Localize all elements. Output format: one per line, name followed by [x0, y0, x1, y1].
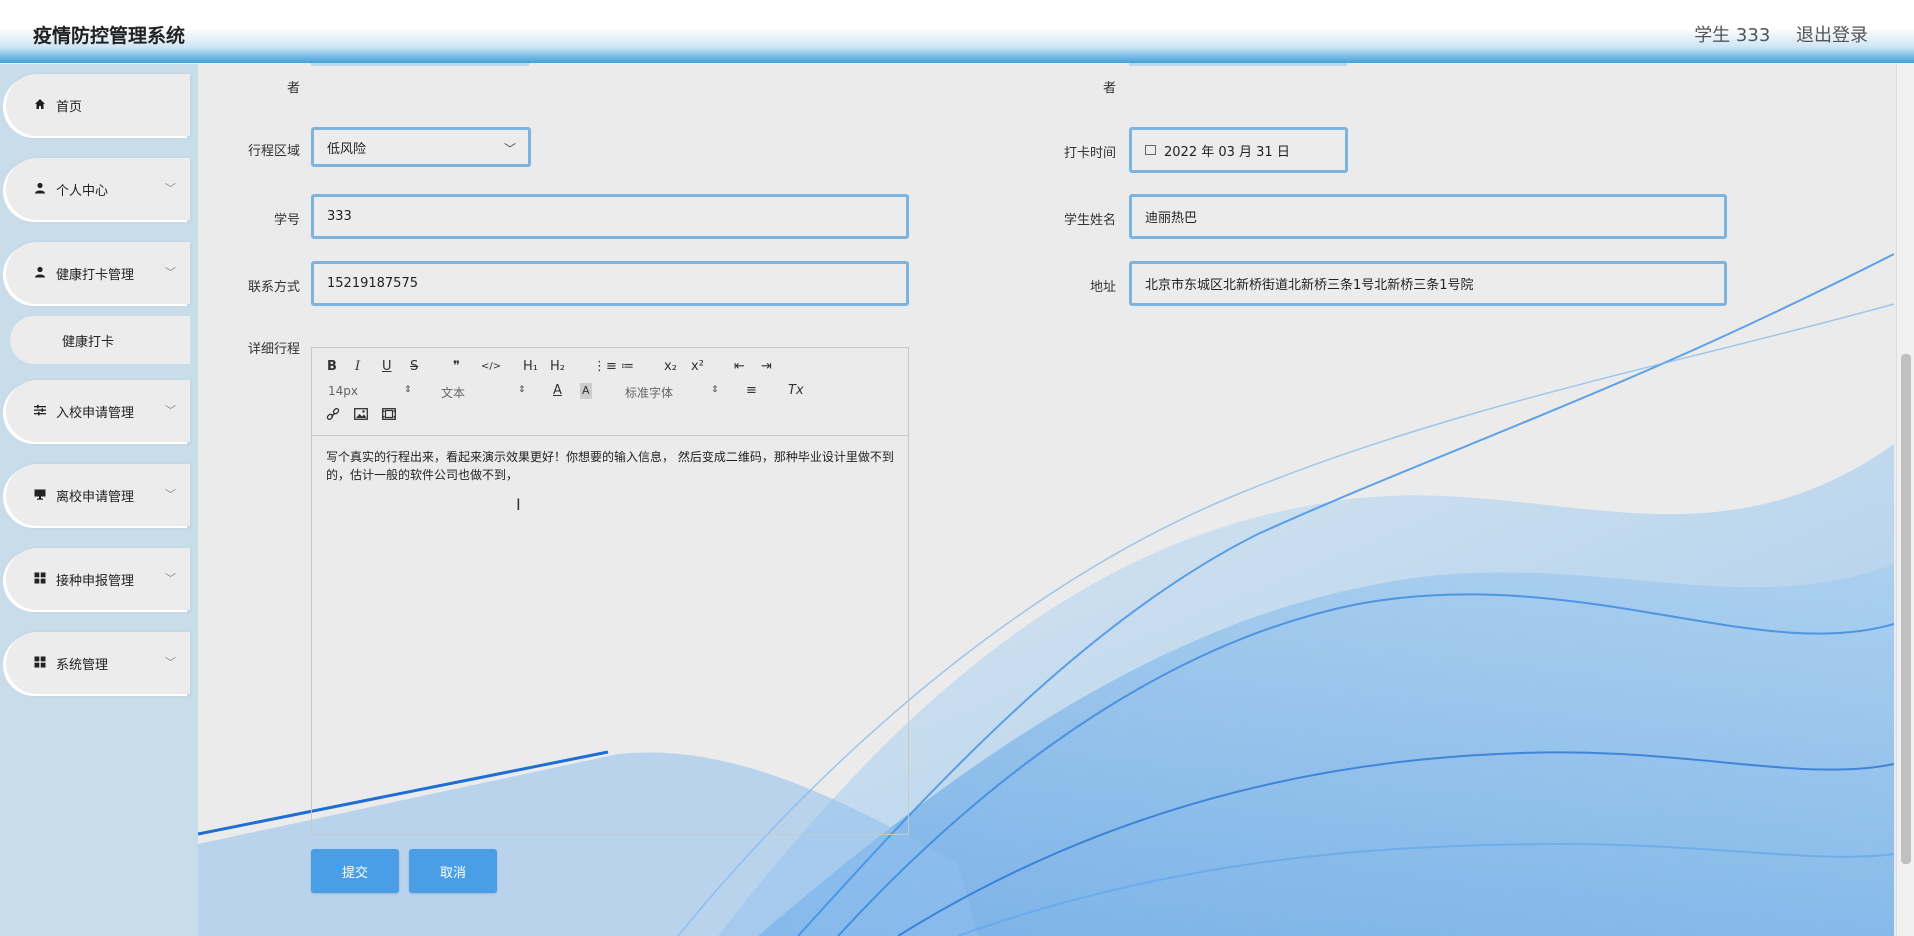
font-family-select[interactable]: 标准字体 ⇕ — [625, 384, 720, 401]
updown-arrow-icon: ⇕ — [404, 385, 412, 395]
code-button[interactable]: </> — [481, 359, 501, 375]
header-type-value: 文本 — [441, 386, 466, 400]
sidebar-item-label: 离校申请管理 — [56, 489, 135, 505]
student-name-label: 学生姓名 — [1063, 213, 1116, 228]
blockquote-button[interactable]: ❞ — [453, 359, 460, 375]
region-select-value: 低风险 — [327, 141, 367, 157]
app-header: 疫情防控管理系统 学生 333 退出登录 — [0, 0, 1914, 63]
superscript-button[interactable]: x² — [691, 359, 704, 375]
sidebar-item-label: 系统管理 — [56, 657, 109, 673]
sidebar-item-label: 接种申报管理 — [56, 573, 135, 589]
vertical-scrollbar[interactable] — [1896, 64, 1914, 936]
sidebar-item-system-mgmt[interactable]: 系统管理 ﹀ — [6, 632, 190, 694]
submit-button[interactable]: 提交 — [311, 849, 399, 893]
student-name-input[interactable]: 迪丽热巴 — [1129, 194, 1727, 239]
align-button[interactable]: ≡ — [746, 383, 757, 399]
clean-format-button[interactable]: Tx — [788, 383, 804, 399]
chevron-down-icon: ﹀ — [165, 266, 176, 279]
ordered-list-button[interactable]: ⋮≡ — [593, 359, 617, 375]
contact-value: 15219187575 — [327, 276, 418, 291]
link-icon[interactable] — [326, 407, 340, 427]
header2-button[interactable]: H₂ — [550, 359, 565, 375]
student-id-input[interactable]: 333 — [311, 194, 909, 239]
home-icon — [34, 98, 52, 113]
truncated-field-top-left — [311, 63, 529, 66]
grid-icon — [34, 572, 52, 587]
chevron-down-icon: ﹀ — [503, 142, 516, 156]
app-title: 疫情防控管理系统 — [33, 25, 186, 47]
sliders-icon — [34, 404, 52, 419]
sidebar: 首页 个人中心 ﹀ 健康打卡管理 ﹀ 健康打卡 入校申请管理 ﹀ 离校申请管理 … — [0, 64, 198, 936]
address-input[interactable]: 北京市东城区北新桥街道北新桥三条1号北新桥三条1号院 — [1129, 261, 1727, 306]
sidebar-item-label: 个人中心 — [56, 183, 109, 199]
header-type-select[interactable]: 文本 ⇕ — [441, 384, 526, 401]
underline-button[interactable]: U — [382, 359, 392, 375]
region-label: 行程区域 — [247, 144, 300, 159]
monitor-icon — [34, 488, 52, 503]
checkin-date-value: 2022 年 03 月 31 日 — [1164, 144, 1290, 160]
sidebar-subitem-label: 健康打卡 — [62, 334, 115, 350]
bullet-list-button[interactable]: ≔ — [621, 359, 634, 375]
chevron-down-icon: ﹀ — [165, 572, 176, 585]
editor-content[interactable]: 写个真实的行程出来，看起来演示效果更好！你想要的输入信息， 然后变成二维码，那种… — [312, 436, 908, 496]
updown-arrow-icon: ⇕ — [518, 385, 526, 395]
calendar-icon — [1145, 145, 1156, 155]
editor-toolbar: B I U S ❞ </> H₁ H₂ ⋮≡ ≔ x₂ x² ⇤ ⇥ 14px … — [312, 348, 908, 436]
checkin-time-label: 打卡时间 — [1063, 146, 1116, 161]
font-size-value: 14px — [328, 384, 358, 398]
indent-button[interactable]: ⇥ — [761, 359, 772, 375]
sidebar-item-vaccination-mgmt[interactable]: 接种申报管理 ﹀ — [6, 548, 190, 610]
user-area: 学生 333 退出登录 — [1674, 21, 1868, 47]
user-icon — [34, 266, 52, 281]
chevron-down-icon: ﹀ — [165, 488, 176, 501]
address-value: 北京市东城区北新桥街道北新桥三条1号北新桥三条1号院 — [1145, 278, 1474, 293]
subscript-button[interactable]: x₂ — [664, 359, 677, 375]
sidebar-subitem-health-checkin[interactable]: 健康打卡 — [10, 316, 190, 364]
font-family-value: 标准字体 — [625, 386, 674, 400]
contact-input[interactable]: 15219187575 — [311, 261, 909, 306]
sidebar-item-leave-application-mgmt[interactable]: 离校申请管理 ﹀ — [6, 464, 190, 526]
sidebar-item-label: 入校申请管理 — [56, 405, 135, 421]
outdent-button[interactable]: ⇤ — [734, 359, 745, 375]
truncated-field-top-right — [1129, 63, 1347, 66]
text-cursor-icon: I — [516, 495, 521, 514]
chevron-down-icon: ﹀ — [165, 404, 176, 417]
address-label: 地址 — [1089, 280, 1116, 295]
truncated-label-right: 者 — [1102, 81, 1116, 96]
cancel-button[interactable]: 取消 — [409, 849, 497, 893]
strike-button[interactable]: S — [410, 359, 418, 375]
rich-text-editor[interactable]: B I U S ❞ </> H₁ H₂ ⋮≡ ≔ x₂ x² ⇤ ⇥ 14px … — [311, 347, 909, 835]
logout-link[interactable]: 退出登录 — [1796, 25, 1868, 46]
region-select[interactable]: 低风险 ﹀ — [311, 127, 531, 167]
checkin-date-picker[interactable]: 2022 年 03 月 31 日 — [1129, 127, 1348, 173]
chevron-down-icon: ﹀ — [165, 182, 176, 195]
current-user-label[interactable]: 学生 333 — [1694, 25, 1770, 46]
itinerary-label: 详细行程 — [247, 342, 300, 357]
sidebar-item-personal-center[interactable]: 个人中心 ﹀ — [6, 158, 190, 220]
student-id-label: 学号 — [273, 213, 300, 228]
video-icon[interactable] — [382, 408, 396, 425]
chevron-down-icon: ﹀ — [165, 656, 176, 669]
student-id-value: 333 — [327, 209, 352, 224]
sidebar-item-home[interactable]: 首页 — [6, 74, 190, 136]
italic-button[interactable]: I — [355, 359, 360, 375]
truncated-label-left: 者 — [286, 81, 300, 96]
bold-button[interactable]: B — [327, 359, 337, 375]
sidebar-item-health-checkin-mgmt[interactable]: 健康打卡管理 ﹀ — [6, 242, 190, 304]
sidebar-item-entry-application-mgmt[interactable]: 入校申请管理 ﹀ — [6, 380, 190, 442]
student-name-value: 迪丽热巴 — [1145, 211, 1198, 226]
sidebar-item-label: 首页 — [56, 99, 83, 115]
grid-icon — [34, 656, 52, 671]
scrollbar-thumb[interactable] — [1901, 354, 1911, 864]
font-color-button[interactable]: A — [553, 383, 562, 399]
font-size-select[interactable]: 14px ⇕ — [328, 384, 413, 398]
image-icon[interactable] — [354, 408, 368, 425]
sidebar-item-label: 健康打卡管理 — [56, 267, 135, 283]
contact-label: 联系方式 — [247, 280, 300, 295]
updown-arrow-icon: ⇕ — [711, 385, 719, 395]
user-icon — [34, 182, 52, 197]
background-color-button[interactable]: A — [580, 383, 592, 399]
header1-button[interactable]: H₁ — [523, 359, 538, 375]
